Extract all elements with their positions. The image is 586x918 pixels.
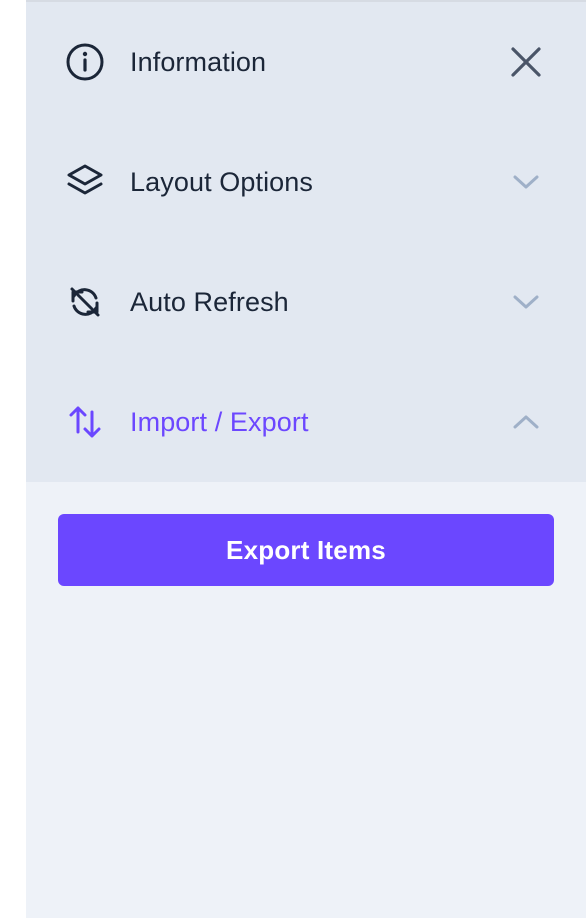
layers-icon: [64, 161, 106, 203]
settings-panel: Information Layout Options Auto Refresh …: [26, 0, 586, 918]
import-export-content: Export Items: [26, 482, 586, 586]
section-information-header: Information: [26, 2, 586, 122]
section-auto-refresh-header[interactable]: Auto Refresh: [26, 242, 586, 362]
chevron-down-icon[interactable]: [506, 162, 546, 202]
section-import-export-label: Import / Export: [130, 407, 309, 437]
info-circle-icon: [64, 41, 106, 83]
refresh-off-icon: [64, 281, 106, 323]
section-layout-options-header[interactable]: Layout Options: [26, 122, 586, 242]
section-import-export-header[interactable]: Import / Export: [26, 362, 586, 482]
chevron-up-icon[interactable]: [506, 402, 546, 442]
close-icon[interactable]: [506, 42, 546, 82]
section-information-label: Information: [130, 47, 267, 77]
chevron-down-icon[interactable]: [506, 282, 546, 322]
section-auto-refresh-label: Auto Refresh: [130, 287, 289, 317]
arrows-up-down-icon: [64, 401, 106, 443]
export-items-button[interactable]: Export Items: [58, 514, 554, 586]
section-layout-options-label: Layout Options: [130, 167, 314, 197]
page: Information Layout Options Auto Refresh …: [0, 0, 586, 918]
accordion: Information Layout Options Auto Refresh …: [26, 2, 586, 482]
